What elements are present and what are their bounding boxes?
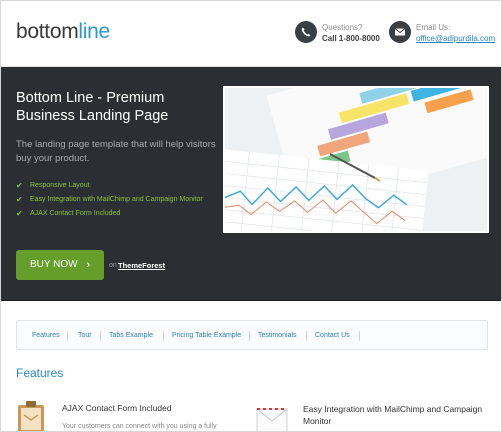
hero-section: Bottom Line - Premium Business Landing P…	[1, 67, 501, 301]
email-link[interactable]: office@adipurdila.com	[416, 34, 495, 43]
check-icon: ✔	[16, 209, 23, 218]
phone-icon	[295, 21, 317, 43]
questions-label: Questions?	[322, 23, 363, 32]
hero-feature-item: ✔ AJAX Contact Form Included	[16, 207, 203, 221]
page-frame: bottomline Questions? Call 1-800-8000 Em…	[0, 0, 502, 432]
buy-now-button[interactable]: BUY NOW ›	[16, 250, 104, 280]
feature-description: Your customers can connect with you usin…	[62, 423, 217, 430]
hero-title: Bottom Line - Premium Business Landing P…	[16, 90, 169, 124]
nav-link-testimonials[interactable]: Testimonials	[258, 321, 297, 351]
nav-link-tabs-example[interactable]: Tabs Example	[109, 321, 153, 351]
on-text: on	[109, 262, 117, 269]
section-nav: Features Tour Tabs Example Pricing Table…	[16, 320, 488, 350]
hero-feature-text: Easy Integration with MailChimp and Camp…	[30, 196, 203, 203]
hero-feature-text: Responsive Layout	[30, 182, 90, 189]
mail-envelope-icon	[256, 403, 288, 431]
nav-divider	[306, 331, 307, 341]
hero-feature-list: ✔ Responsive Layout ✔ Easy Integration wit…	[16, 179, 203, 221]
themeforest-link[interactable]: ThemeForest	[118, 261, 165, 270]
nav-divider	[67, 331, 68, 341]
nav-divider	[163, 331, 164, 341]
hero-chart-image	[223, 86, 489, 233]
logo-accent-text: line	[78, 20, 110, 43]
phone-number: Call 1-800-8000	[322, 34, 380, 43]
envelope-icon	[389, 21, 411, 43]
check-icon: ✔	[16, 181, 23, 190]
nav-link-features[interactable]: Features	[32, 321, 60, 351]
nav-divider	[100, 331, 101, 341]
site-header: bottomline Questions? Call 1-800-8000 Em…	[1, 1, 501, 67]
hero-feature-item: ✔ Easy Integration with MailChimp and Cam…	[16, 193, 203, 207]
check-icon: ✔	[16, 195, 23, 204]
nav-link-contact-us[interactable]: Contact Us	[315, 321, 350, 351]
nav-divider	[249, 331, 250, 341]
feature-title: AJAX Contact Form Included	[62, 403, 172, 413]
chevron-right-icon: ›	[86, 259, 90, 271]
feature-title: Easy Integration with MailChimp and Camp…	[303, 404, 483, 426]
nav-link-tour[interactable]: Tour	[78, 321, 92, 351]
logo-main-text: bottom	[16, 20, 79, 43]
buy-now-label: BUY NOW	[30, 259, 78, 270]
email-label: Email Us:	[416, 23, 451, 32]
hero-feature-text: AJAX Contact Form Included	[30, 210, 121, 217]
hero-feature-item: ✔ Responsive Layout	[16, 179, 203, 193]
hero-subtitle: The landing page template that will help…	[16, 139, 216, 164]
nav-divider	[359, 331, 360, 341]
contact-form-icon	[16, 401, 46, 431]
logo[interactable]: bottomline	[16, 20, 110, 44]
nav-link-pricing-table[interactable]: Pricing Table Example	[172, 321, 241, 351]
features-heading: Features	[16, 366, 64, 380]
